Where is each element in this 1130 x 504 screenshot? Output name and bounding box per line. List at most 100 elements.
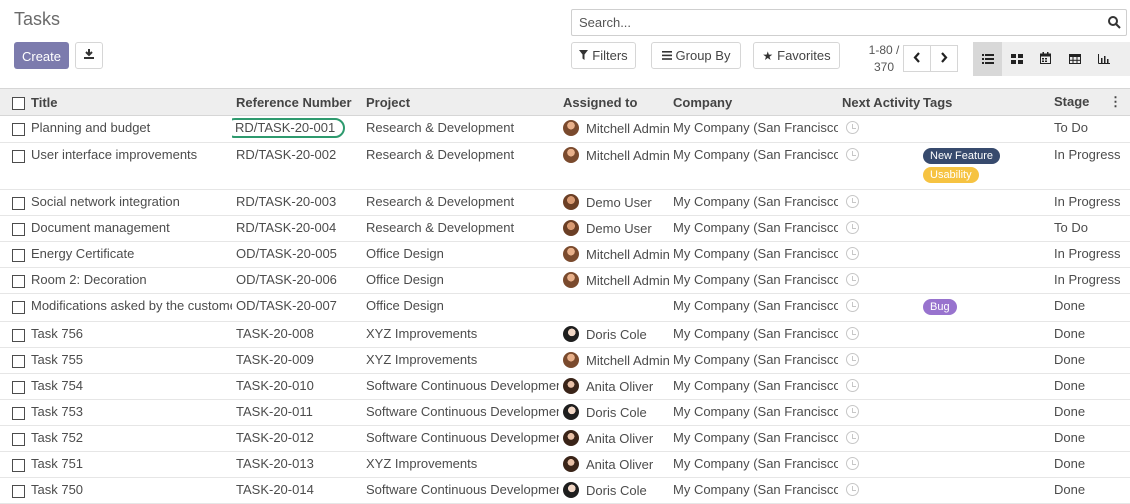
pager-value[interactable]: 1-80 / 370 xyxy=(866,42,902,76)
clock-icon[interactable] xyxy=(846,457,859,470)
cell-title[interactable]: Task 756 xyxy=(27,321,232,348)
create-button[interactable]: Create xyxy=(14,42,69,69)
cell-stage[interactable]: Done xyxy=(1050,293,1130,322)
row-checkbox[interactable] xyxy=(12,197,25,211)
cell-project[interactable]: Research & Development xyxy=(362,215,559,242)
cell-reference[interactable]: RD/TASK-20-004 xyxy=(232,215,362,242)
cell-next-activity[interactable] xyxy=(838,142,919,190)
cell-assigned-to[interactable]: Anita Oliver xyxy=(559,451,669,478)
cell-next-activity[interactable] xyxy=(838,115,919,143)
cell-assigned-to[interactable]: Mitchell Admin xyxy=(559,347,669,374)
cell-reference[interactable]: TASK-20-012 xyxy=(232,425,362,452)
table-row[interactable]: User interface improvements RD/TASK-20-0… xyxy=(0,142,1130,190)
cell-tags[interactable] xyxy=(919,347,1050,374)
list-view-button[interactable] xyxy=(973,42,1002,76)
row-checkbox[interactable] xyxy=(12,329,25,343)
kanban-view-button[interactable] xyxy=(1002,42,1031,76)
cell-tags[interactable] xyxy=(919,267,1050,294)
cell-tags[interactable] xyxy=(919,321,1050,348)
cell-stage[interactable]: Done xyxy=(1050,347,1130,374)
table-row[interactable]: Task 754 TASK-20-010 Software Continuous… xyxy=(0,373,1130,400)
row-checkbox[interactable] xyxy=(12,223,25,237)
cell-reference[interactable]: OD/TASK-20-005 xyxy=(232,241,362,268)
cell-assigned-to[interactable]: Mitchell Admin xyxy=(559,241,669,268)
cell-assigned-to[interactable]: Anita Oliver xyxy=(559,425,669,452)
cell-tags[interactable] xyxy=(919,477,1050,504)
cell-reference[interactable]: RD/TASK-20-003 xyxy=(232,189,362,216)
column-header-project[interactable]: Project xyxy=(362,88,559,116)
cell-stage[interactable]: To Do xyxy=(1050,115,1130,143)
table-row[interactable]: Task 756 TASK-20-008 XYZ Improvements Do… xyxy=(0,321,1130,348)
cell-tags[interactable] xyxy=(919,399,1050,426)
cell-stage[interactable]: Done xyxy=(1050,477,1130,504)
cell-assigned-to[interactable]: Demo User xyxy=(559,215,669,242)
row-checkbox[interactable] xyxy=(12,275,25,289)
cell-tags[interactable]: New Feature Usability xyxy=(919,142,1050,190)
cell-company[interactable]: My Company (San Francisco) xyxy=(669,425,838,452)
cell-company[interactable]: My Company (San Francisco) xyxy=(669,477,838,504)
cell-title[interactable]: Task 754 xyxy=(27,373,232,400)
table-row[interactable]: Task 753 TASK-20-011 Software Continuous… xyxy=(0,399,1130,426)
clock-icon[interactable] xyxy=(846,405,859,418)
pager-previous-button[interactable] xyxy=(903,45,931,72)
cell-next-activity[interactable] xyxy=(838,189,919,216)
cell-project[interactable]: Software Continuous Development xyxy=(362,425,559,452)
cell-title[interactable]: Task 750 xyxy=(27,477,232,504)
cell-tags[interactable] xyxy=(919,115,1050,143)
pager-next-button[interactable] xyxy=(930,45,958,72)
table-row[interactable]: Planning and budget RD/TASK-20-001 Resea… xyxy=(0,115,1130,143)
clock-icon[interactable] xyxy=(846,247,859,260)
cell-title[interactable]: Social network integration xyxy=(27,189,232,216)
table-row[interactable]: Task 755 TASK-20-009 XYZ Improvements Mi… xyxy=(0,347,1130,374)
cell-next-activity[interactable] xyxy=(838,321,919,348)
clock-icon[interactable] xyxy=(846,431,859,444)
cell-assigned-to[interactable]: Doris Cole xyxy=(559,477,669,504)
cell-project[interactable]: Research & Development xyxy=(362,115,559,143)
table-row[interactable]: Modifications asked by the customer OD/T… xyxy=(0,293,1130,322)
column-header-title[interactable]: Title xyxy=(27,88,232,116)
cell-stage[interactable]: To Do xyxy=(1050,215,1130,242)
cell-next-activity[interactable] xyxy=(838,373,919,400)
filters-button[interactable]: Filters xyxy=(571,42,636,69)
table-row[interactable]: Room 2: Decoration OD/TASK-20-006 Office… xyxy=(0,267,1130,294)
cell-stage[interactable]: Done xyxy=(1050,373,1130,400)
cell-next-activity[interactable] xyxy=(838,293,919,322)
clock-icon[interactable] xyxy=(846,299,859,312)
row-checkbox[interactable] xyxy=(12,459,25,473)
cell-company[interactable]: My Company (San Francisco) xyxy=(669,347,838,374)
cell-title[interactable]: Task 751 xyxy=(27,451,232,478)
cell-company[interactable]: My Company (San Francisco) xyxy=(669,115,838,143)
cell-title[interactable]: Room 2: Decoration xyxy=(27,267,232,294)
export-button[interactable] xyxy=(75,42,103,69)
cell-stage[interactable]: In Progress xyxy=(1050,241,1130,268)
clock-icon[interactable] xyxy=(846,327,859,340)
cell-assigned-to[interactable]: Demo User xyxy=(559,189,669,216)
cell-project[interactable]: XYZ Improvements xyxy=(362,451,559,478)
cell-reference[interactable]: RD/TASK-20-002 xyxy=(232,142,362,190)
cell-project[interactable]: Software Continuous Development xyxy=(362,373,559,400)
cell-stage[interactable]: Done xyxy=(1050,425,1130,452)
pager-range[interactable]: 1-80 / xyxy=(866,42,902,59)
table-row[interactable]: Energy Certificate OD/TASK-20-005 Office… xyxy=(0,241,1130,268)
cell-tags[interactable] xyxy=(919,215,1050,242)
cell-reference[interactable]: TASK-20-011 xyxy=(232,399,362,426)
cell-tags[interactable]: Bug xyxy=(919,293,1050,322)
cell-assigned-to[interactable] xyxy=(559,293,669,322)
table-row[interactable]: Document management RD/TASK-20-004 Resea… xyxy=(0,215,1130,242)
graph-view-button[interactable] xyxy=(1089,42,1118,76)
cell-tags[interactable] xyxy=(919,451,1050,478)
cell-title[interactable]: Task 753 xyxy=(27,399,232,426)
cell-stage[interactable]: Done xyxy=(1050,399,1130,426)
select-all-checkbox[interactable] xyxy=(12,96,25,110)
table-row[interactable]: Task 751 TASK-20-013 XYZ Improvements An… xyxy=(0,451,1130,478)
cell-next-activity[interactable] xyxy=(838,347,919,374)
cell-tags[interactable] xyxy=(919,373,1050,400)
cell-title[interactable]: User interface improvements xyxy=(27,142,232,190)
cell-tags[interactable] xyxy=(919,189,1050,216)
cell-reference[interactable]: TASK-20-008 xyxy=(232,321,362,348)
cell-assigned-to[interactable]: Mitchell Admin xyxy=(559,142,669,190)
row-checkbox[interactable] xyxy=(12,150,25,164)
cell-company[interactable]: My Company (San Francisco) xyxy=(669,189,838,216)
cell-assigned-to[interactable]: Mitchell Admin xyxy=(559,115,669,143)
cell-assigned-to[interactable]: Mitchell Admin xyxy=(559,267,669,294)
